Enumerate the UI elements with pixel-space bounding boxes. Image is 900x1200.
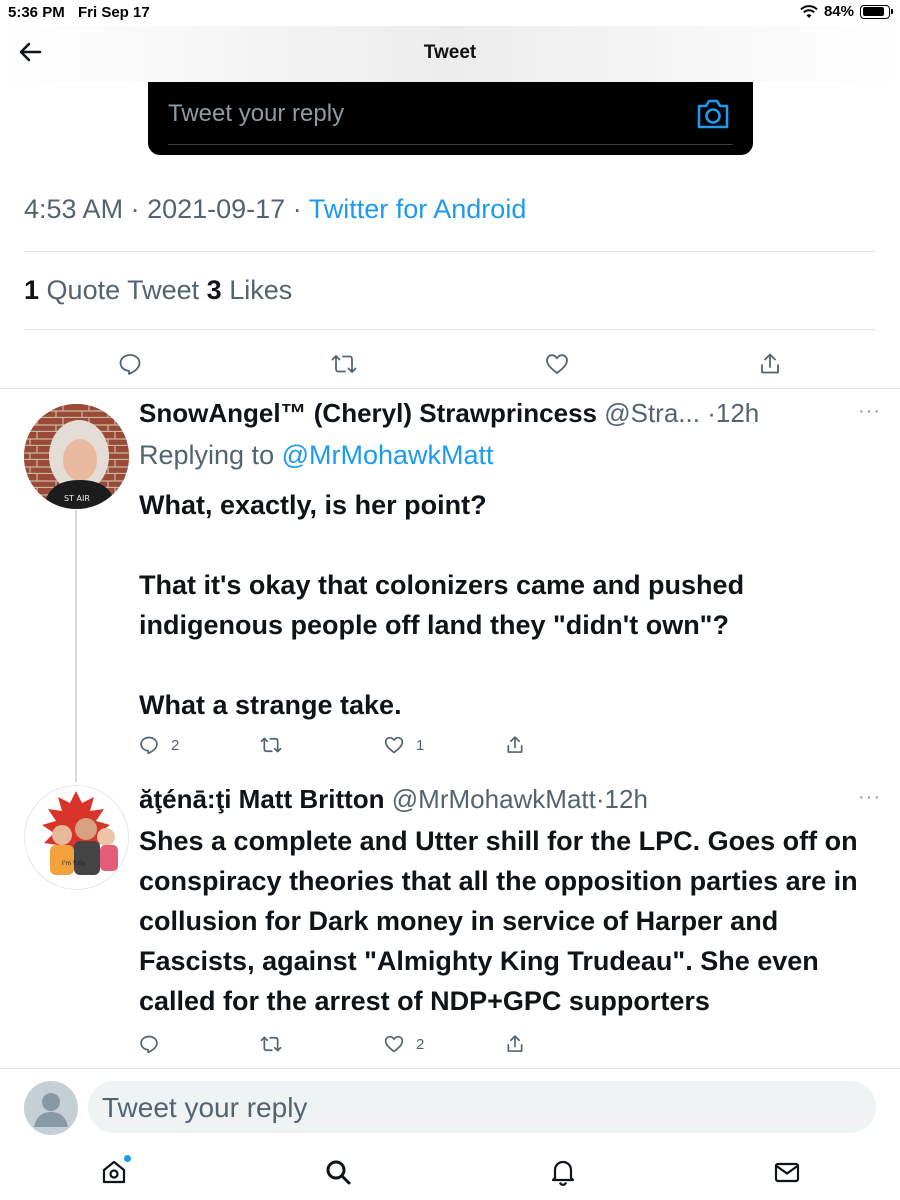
reply-button[interactable] <box>139 1034 159 1054</box>
mention-link[interactable]: @MrMohawkMatt <box>282 440 494 470</box>
retweet-button[interactable] <box>331 352 357 376</box>
tweet-stats: 1 Quote Tweet 3 Likes <box>24 275 292 306</box>
messages-icon <box>774 1162 800 1183</box>
share-button[interactable] <box>758 352 782 376</box>
battery-percent: 84% <box>823 3 854 20</box>
tweet-text: Shes a complete and Utter shill for the … <box>139 821 879 1021</box>
like-button[interactable]: 1 <box>384 735 424 755</box>
heart-icon <box>384 736 404 754</box>
tab-bar <box>0 1150 900 1200</box>
tweet-paragraph: What a strange take. <box>139 690 402 720</box>
display-name[interactable]: ăţénā:ţi Matt Britton <box>139 784 385 814</box>
retweet-icon <box>260 737 282 753</box>
like-count: 2 <box>416 1035 425 1053</box>
svg-text:ST AIR: ST AIR <box>64 494 90 503</box>
top-reply-box[interactable]: Tweet your reply <box>148 82 753 155</box>
tweet-paragraph: What, exactly, is her point? <box>139 490 487 520</box>
tweet-paragraph: Shes a complete and Utter shill for the … <box>139 826 858 1016</box>
tweet-paragraph: That it's okay that colonizers came and … <box>139 570 745 640</box>
tweet-text: What, exactly, is her point? That it's o… <box>139 485 879 725</box>
avatar[interactable]: ST AIR <box>24 404 129 509</box>
more-options-icon[interactable]: ··· <box>858 400 881 423</box>
wifi-icon <box>800 4 818 18</box>
retweet-button[interactable] <box>260 735 282 755</box>
like-button[interactable] <box>545 352 569 376</box>
divider <box>0 388 900 389</box>
tweet-date: 2021-09-17 <box>147 194 286 224</box>
status-bar: 5:36 PM Fri Sep 17 84% <box>0 0 900 26</box>
retweet-icon <box>331 355 357 373</box>
tweet-header: ăţénā:ţi Matt Britton @MrMohawkMatt·12h <box>139 784 648 815</box>
reply-count: 2 <box>171 736 180 754</box>
unread-dot <box>123 1154 132 1163</box>
share-icon <box>761 353 779 374</box>
home-icon <box>102 1160 126 1184</box>
bottom-reply-bar: Tweet your reply <box>0 1068 900 1150</box>
tab-notifications[interactable] <box>549 1158 577 1191</box>
handle[interactable]: @Stra... <box>604 398 700 428</box>
thread-line <box>75 510 77 782</box>
camera-icon[interactable] <box>695 97 731 131</box>
status-date: Fri Sep 17 <box>78 4 150 21</box>
battery-icon <box>860 4 893 19</box>
reply-button[interactable]: 2 <box>139 735 179 755</box>
svg-text:I'm fully: I'm fully <box>62 860 86 867</box>
handle[interactable]: @MrMohawkMatt <box>392 784 596 814</box>
bottom-reply-input[interactable]: Tweet your reply <box>88 1081 876 1133</box>
battery-fill <box>862 7 884 16</box>
share-button[interactable] <box>505 735 525 755</box>
retweet-icon <box>260 1036 282 1052</box>
bottom-reply-placeholder[interactable]: Tweet your reply <box>102 1092 307 1124</box>
status-time: 5:36 PM <box>8 4 65 21</box>
share-button[interactable] <box>505 1034 525 1054</box>
avatar-image: ST AIR <box>24 404 129 509</box>
user-avatar-placeholder-icon <box>24 1081 78 1135</box>
quote-tweets-link[interactable]: 1 Quote Tweet <box>24 275 199 305</box>
reply-button[interactable] <box>118 352 142 376</box>
like-button[interactable]: 2 <box>384 1034 424 1054</box>
divider <box>24 329 876 330</box>
reply-icon <box>119 354 141 375</box>
retweet-button[interactable] <box>260 1034 282 1054</box>
tab-search[interactable] <box>324 1158 352 1191</box>
reply-icon <box>140 736 158 755</box>
heart-icon <box>384 1035 404 1053</box>
tweet-age: ·12h <box>595 784 648 814</box>
likes-link[interactable]: 3 Likes <box>207 275 293 305</box>
header: Tweet <box>0 26 900 82</box>
tweet-source-link[interactable]: Twitter for Android <box>309 194 527 224</box>
heart-icon <box>546 354 568 374</box>
tweet-time: 4:53 AM <box>24 194 124 224</box>
tab-messages[interactable] <box>773 1158 801 1191</box>
replying-to: Replying to @MrMohawkMatt <box>139 440 494 470</box>
status-right: 84% <box>800 3 893 20</box>
top-reply-placeholder[interactable]: Tweet your reply <box>168 100 344 128</box>
tweet-timestamp: 4:53 AM · 2021-09-17 · Twitter for Andro… <box>24 194 527 224</box>
share-icon <box>507 736 523 753</box>
display-name[interactable]: SnowAngel™ (Cheryl) Strawprincess <box>139 398 597 428</box>
avatar-image: I'm fully <box>24 785 129 890</box>
tweet-age: ·12h <box>707 398 760 428</box>
reply-icon <box>140 1035 158 1054</box>
tab-home[interactable] <box>100 1154 132 1191</box>
search-icon <box>326 1160 351 1185</box>
top-reply-underline <box>168 144 733 145</box>
page-title: Tweet <box>423 42 477 63</box>
more-options-icon[interactable]: ··· <box>858 786 881 809</box>
avatar[interactable]: I'm fully <box>24 785 129 890</box>
like-count: 1 <box>416 736 425 754</box>
notifications-icon <box>551 1160 575 1186</box>
share-icon <box>507 1035 523 1052</box>
divider <box>24 251 876 252</box>
tweet-header: SnowAngel™ (Cheryl) Strawprincess @Stra.… <box>139 398 759 429</box>
